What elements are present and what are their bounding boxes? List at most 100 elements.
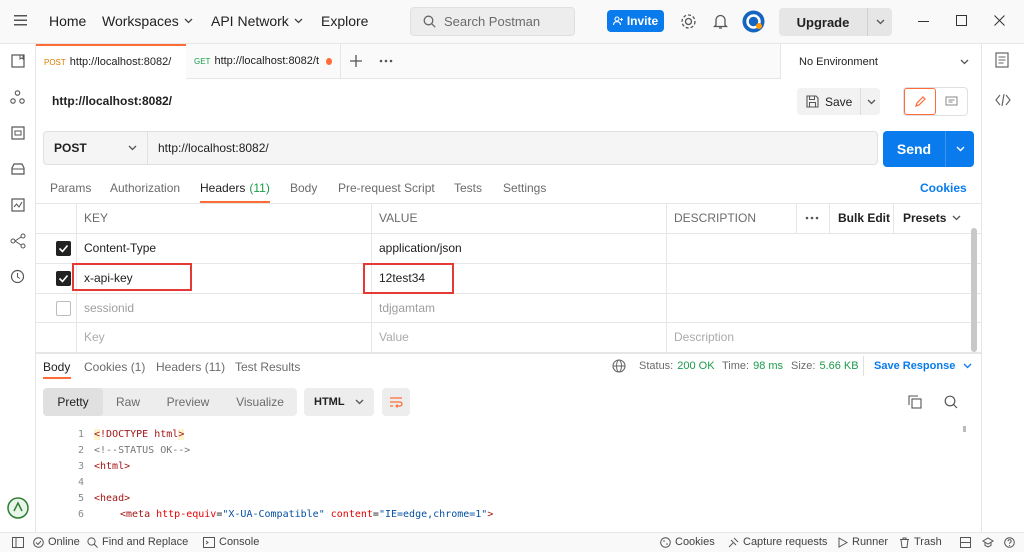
tab-method: POST: [44, 57, 66, 67]
bulk-edit-button[interactable]: Bulk Edit: [838, 203, 890, 233]
comments-icon[interactable]: [936, 96, 967, 108]
view-mode-pretty[interactable]: Pretty: [43, 388, 103, 416]
tab-post-localhost[interactable]: POST http://localhost:8082/: [36, 43, 186, 79]
new-description-input[interactable]: Description: [674, 322, 734, 352]
avatar[interactable]: [742, 10, 765, 33]
settings-gear-icon[interactable]: [680, 13, 697, 30]
format-select[interactable]: HTML: [304, 388, 374, 416]
nav-workspaces-label: Workspaces: [102, 13, 179, 29]
new-tab-button[interactable]: [341, 44, 371, 79]
new-key-input[interactable]: Key: [84, 322, 105, 352]
code-snippet-icon[interactable]: [995, 94, 1011, 106]
tab-get-localhost[interactable]: GET http://localhost:8082/t: [186, 43, 341, 79]
view-mode-preview[interactable]: Preview: [153, 395, 223, 409]
response-tab-headers[interactable]: Headers (11): [156, 360, 225, 374]
search-icon: [423, 15, 436, 28]
flows-icon[interactable]: [10, 233, 26, 249]
trash-button[interactable]: Trash: [899, 536, 942, 548]
copy-icon[interactable]: [908, 395, 922, 409]
close-window-icon[interactable]: [994, 15, 1005, 26]
headers-scrollbar[interactable]: [971, 228, 977, 352]
notifications-bell-icon[interactable]: [713, 13, 728, 30]
chevron-down-icon[interactable]: [867, 99, 876, 105]
edit-pencil-icon[interactable]: [904, 88, 936, 115]
search-icon[interactable]: [944, 395, 958, 409]
header-value-cell[interactable]: tdjgamtam: [379, 293, 435, 323]
search-input[interactable]: Search Postman: [410, 7, 575, 36]
response-tab-cookies[interactable]: Cookies (1): [84, 360, 145, 374]
row-checkbox[interactable]: [56, 293, 71, 323]
upgrade-button[interactable]: Upgrade: [779, 8, 892, 36]
tab-authorization[interactable]: Authorization: [110, 181, 180, 195]
collections-icon[interactable]: [11, 54, 25, 68]
console-icon: [203, 536, 215, 548]
nav-home[interactable]: Home: [49, 13, 86, 29]
bootcamp-icon[interactable]: [982, 537, 994, 548]
cookies-button[interactable]: Cookies: [660, 536, 715, 548]
bootcamp-progress-icon[interactable]: [6, 496, 30, 520]
save-response-dropdown[interactable]: Save Response: [874, 360, 972, 372]
save-label: Save: [825, 94, 853, 109]
tab-tests[interactable]: Tests: [454, 181, 482, 195]
upgrade-dropdown[interactable]: [868, 19, 892, 25]
save-button[interactable]: Save: [797, 88, 880, 115]
row-checkbox[interactable]: [56, 233, 71, 263]
headers-count-badge: (11): [249, 181, 270, 195]
active-tab-underline: [43, 377, 71, 379]
tab-pre-request-script[interactable]: Pre-request Script: [338, 181, 435, 195]
view-mode-visualize[interactable]: Visualize: [223, 395, 297, 409]
cookies-link[interactable]: Cookies: [920, 181, 967, 195]
view-mode-raw[interactable]: Raw: [103, 395, 153, 409]
nav-api-network[interactable]: API Network: [211, 13, 303, 29]
environment-selector[interactable]: No Environment: [780, 44, 981, 79]
code-scrollbar[interactable]: [963, 426, 966, 432]
unsaved-dot-icon: [326, 57, 332, 65]
size-label: Size:: [791, 360, 816, 372]
response-tab-body[interactable]: Body: [43, 360, 70, 374]
tab-settings[interactable]: Settings: [503, 181, 546, 195]
history-icon[interactable]: [10, 269, 25, 284]
presets-dropdown[interactable]: Presets: [903, 203, 961, 233]
send-options-dropdown[interactable]: [946, 146, 974, 152]
environments-icon[interactable]: [11, 126, 25, 140]
table-options-more-icon[interactable]: [805, 203, 819, 233]
help-icon[interactable]: [1004, 537, 1015, 548]
method-select[interactable]: POST: [44, 132, 148, 164]
trash-icon: [900, 537, 909, 548]
highlight-box-value: [363, 263, 454, 294]
capture-requests-button[interactable]: Capture requests: [728, 536, 827, 548]
nav-workspaces[interactable]: Workspaces: [102, 13, 193, 29]
maximize-window-icon[interactable]: [956, 15, 967, 26]
console-button[interactable]: Console: [203, 536, 259, 548]
send-button[interactable]: Send: [883, 131, 974, 167]
line-number: 5: [77, 492, 84, 504]
headers-table: KEY VALUE DESCRIPTION Bulk Edit Presets …: [36, 203, 981, 353]
invite-button[interactable]: Invite: [607, 10, 664, 32]
tab-body[interactable]: Body: [290, 181, 317, 195]
find-replace-button[interactable]: Find and Replace: [87, 536, 188, 548]
network-globe-icon[interactable]: [612, 359, 627, 374]
online-label: Online: [48, 536, 80, 548]
mock-servers-icon[interactable]: [10, 163, 26, 176]
row-checkbox[interactable]: [56, 263, 71, 293]
toggle-sidebar-icon[interactable]: [12, 537, 24, 548]
apis-icon[interactable]: [10, 90, 25, 105]
tab-options-button[interactable]: [371, 44, 401, 79]
online-status[interactable]: Online: [33, 536, 80, 548]
nav-explore[interactable]: Explore: [321, 13, 368, 29]
monitors-icon[interactable]: [11, 198, 25, 212]
runner-button[interactable]: Runner: [837, 536, 888, 548]
header-key-cell[interactable]: Content-Type: [84, 233, 156, 263]
layout-icon[interactable]: [960, 537, 971, 548]
response-tab-test-results[interactable]: Test Results: [235, 360, 300, 374]
hamburger-menu-icon[interactable]: [14, 15, 27, 26]
environment-quick-look-icon[interactable]: [995, 52, 1009, 68]
header-key-cell[interactable]: sessionid: [84, 293, 134, 323]
new-value-input[interactable]: Value: [379, 322, 409, 352]
minimize-window-icon[interactable]: [918, 21, 929, 23]
header-value-cell[interactable]: application/json: [379, 233, 462, 263]
tab-params[interactable]: Params: [50, 181, 91, 195]
tab-headers[interactable]: Headers (11): [200, 181, 270, 203]
url-input[interactable]: http://localhost:8082/: [148, 141, 877, 155]
wrap-lines-icon[interactable]: [382, 388, 410, 416]
